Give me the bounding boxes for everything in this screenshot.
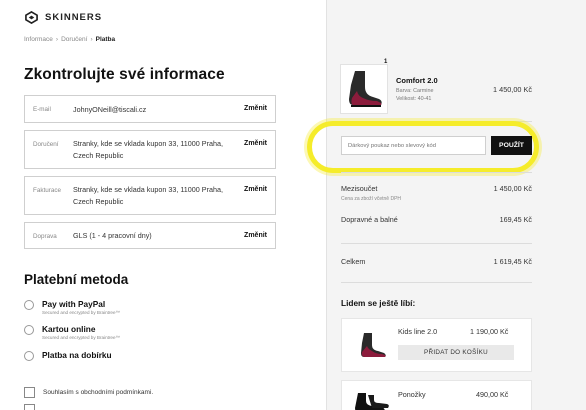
info-row-shipping: Doprava GLS (1 - 4 pracovní dny) Změnit bbox=[24, 222, 276, 249]
change-delivery-link[interactable]: Změnit bbox=[244, 140, 267, 147]
terms-label: Souhlasím s obchodními podmínkami. bbox=[43, 389, 154, 396]
payment-option-note: Secured and encrypted by Braintree™ bbox=[42, 335, 121, 340]
second-checkbox[interactable] bbox=[24, 404, 35, 410]
product-name: Comfort 2.0 bbox=[396, 76, 438, 85]
payment-option-note: Secured and encrypted by Braintree™ bbox=[42, 310, 121, 315]
skinners-logo-icon bbox=[25, 11, 38, 24]
breadcrumb-informace[interactable]: Informace bbox=[24, 36, 53, 43]
info-label: E-mail bbox=[33, 106, 51, 113]
change-email-link[interactable]: Změnit bbox=[244, 105, 267, 112]
sock-shoe-image bbox=[349, 71, 382, 107]
recommendation-card: Kids line 2.0 1 190,00 Kč PŘIDAT DO KOŠÍ… bbox=[341, 318, 532, 372]
info-row-billing: Fakturace Stranky, kde se vklada kupon 3… bbox=[24, 176, 276, 215]
product-image bbox=[340, 64, 388, 114]
socks-image bbox=[355, 393, 389, 410]
subtotal-label: Mezisoučet bbox=[341, 184, 378, 193]
total-value: 1 619,45 Kč bbox=[493, 257, 532, 266]
payment-method-title: Platební metoda bbox=[24, 272, 129, 287]
terms-checkbox[interactable] bbox=[24, 387, 35, 398]
recommendation-name: Ponožky bbox=[398, 390, 426, 399]
info-label: Fakturace bbox=[33, 187, 61, 194]
breadcrumb: Informace › Doručení › Platba bbox=[24, 36, 115, 43]
radio-button[interactable] bbox=[24, 351, 34, 361]
total-label: Celkem bbox=[341, 257, 366, 266]
subtotal-value: 1 450,00 Kč bbox=[493, 184, 532, 193]
divider bbox=[341, 282, 532, 283]
coupon-input[interactable] bbox=[341, 136, 486, 155]
apply-coupon-button[interactable]: POUŽÍT bbox=[491, 136, 532, 155]
logo-text: SKINNERS bbox=[45, 12, 103, 23]
change-shipping-link[interactable]: Změnit bbox=[244, 232, 267, 239]
logo[interactable]: SKINNERS bbox=[24, 11, 102, 24]
info-label: Doprava bbox=[33, 233, 57, 240]
recommendation-price: 1 190,00 Kč bbox=[470, 327, 509, 336]
info-value: Stranky, kde se vklada kupon 33, 11000 P… bbox=[73, 185, 223, 206]
payment-option-paypal[interactable]: Pay with PayPal Secured and encrypted by… bbox=[24, 299, 120, 315]
subtotal-note: Cena za zboží včetně DPH bbox=[341, 196, 402, 202]
payment-option-name: Kartou online bbox=[42, 324, 96, 334]
quantity-badge: 1 bbox=[384, 59, 388, 65]
product-price: 1 450,00 Kč bbox=[493, 85, 532, 94]
recommendation-price: 490,00 Kč bbox=[476, 390, 509, 399]
product-size: Velikost: 40-41 bbox=[396, 96, 432, 102]
recommendation-name: Kids line 2.0 bbox=[398, 327, 438, 336]
breadcrumb-platba: Platba bbox=[95, 36, 116, 43]
info-value: Stranky, kde se vklada kupon 33, 11000 P… bbox=[73, 139, 223, 160]
divider bbox=[341, 172, 532, 173]
terms-row: Souhlasím s obchodními podmínkami. bbox=[24, 387, 153, 398]
breadcrumb-doruceni[interactable]: Doručení bbox=[61, 36, 87, 43]
breadcrumb-separator: › bbox=[55, 36, 59, 43]
info-value: JohnyONeill@tiscali.cz bbox=[73, 105, 147, 114]
shipping-value: 169,45 Kč bbox=[499, 215, 532, 224]
payment-option-card[interactable]: Kartou online Secured and encrypted by B… bbox=[24, 324, 120, 340]
info-value: GLS (1 - 4 pracovní dny) bbox=[73, 231, 152, 240]
payment-option-cod[interactable]: Platba na dobírku bbox=[24, 350, 112, 361]
radio-button[interactable] bbox=[24, 300, 34, 310]
product-color: Barva: Carmine bbox=[396, 88, 434, 94]
info-row-delivery: Doručení Stranky, kde se vklada kupon 33… bbox=[24, 130, 276, 169]
recommendation-card: Ponožky 490,00 Kč bbox=[341, 380, 532, 410]
add-to-cart-button[interactable]: PŘIDAT DO KOŠÍKU bbox=[398, 345, 514, 360]
change-billing-link[interactable]: Změnit bbox=[244, 186, 267, 193]
kids-shoe-image bbox=[361, 333, 386, 357]
page-title: Zkontrolujte své informace bbox=[24, 66, 225, 83]
radio-button[interactable] bbox=[24, 325, 34, 335]
shipping-label: Dopravné a balné bbox=[341, 215, 398, 224]
info-label: Doručení bbox=[33, 141, 59, 148]
breadcrumb-separator: › bbox=[90, 36, 93, 43]
payment-option-name: Pay with PayPal bbox=[42, 299, 106, 309]
info-row-email: E-mail JohnyONeill@tiscali.cz Změnit bbox=[24, 95, 276, 123]
recommendations-title: Lidem se ještě líbí: bbox=[341, 298, 416, 308]
divider bbox=[341, 243, 532, 244]
payment-option-name: Platba na dobírku bbox=[42, 350, 112, 360]
